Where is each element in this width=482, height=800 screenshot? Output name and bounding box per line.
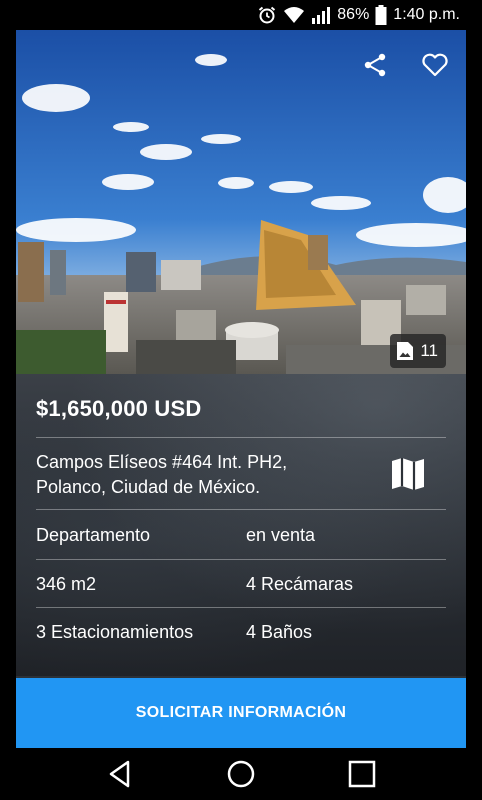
map-icon bbox=[392, 458, 424, 490]
battery-percent: 86% bbox=[337, 6, 370, 23]
hero-actions bbox=[360, 50, 450, 80]
status-bar: 86% 1:40 p.m. bbox=[0, 0, 482, 30]
property-photo[interactable]: 11 bbox=[16, 30, 466, 374]
listing-details: $1,650,000 USD Campos Elíseos #464 Int. … bbox=[16, 374, 466, 676]
photo-count-label: 11 bbox=[420, 341, 438, 360]
divider bbox=[36, 509, 446, 510]
recents-button[interactable] bbox=[342, 754, 382, 794]
share-icon bbox=[364, 53, 386, 77]
battery-icon bbox=[375, 5, 387, 25]
divider bbox=[36, 437, 446, 438]
listing-address: Campos Elíseos #464 Int. PH2, Polanco, C… bbox=[36, 450, 356, 500]
favorite-heart-icon bbox=[422, 53, 448, 77]
city-skyline-photo bbox=[16, 30, 466, 374]
property-type: Departamento bbox=[36, 524, 151, 545]
recents-icon bbox=[348, 760, 375, 788]
listing-status: en venta bbox=[246, 524, 316, 545]
request-info-button[interactable]: SOLICITAR INFORMACIÓN bbox=[16, 678, 466, 748]
share-button[interactable] bbox=[360, 50, 390, 80]
photo-file-icon bbox=[397, 342, 414, 360]
photo-count-button[interactable]: 11 bbox=[390, 334, 446, 368]
address-line-1: Campos Elíseos #464 Int. PH2, bbox=[36, 452, 288, 472]
detail-row: Departamento en venta bbox=[36, 511, 446, 559]
favorite-button[interactable] bbox=[420, 50, 450, 80]
listing-price: $1,650,000 USD bbox=[36, 396, 202, 421]
back-button[interactable] bbox=[100, 754, 140, 794]
alarm-icon bbox=[257, 5, 277, 25]
wifi-icon bbox=[283, 6, 305, 24]
map-button[interactable] bbox=[388, 454, 428, 494]
detail-row: 346 m2 4 Recámaras bbox=[36, 560, 446, 608]
area: 346 m2 bbox=[36, 573, 97, 594]
listing-screen: 11 $1,650,000 USD Campos Elíseos #464 In… bbox=[16, 30, 466, 748]
bedrooms: 4 Recámaras bbox=[246, 573, 354, 594]
signal-icon bbox=[311, 6, 331, 24]
clock: 1:40 p.m. bbox=[393, 6, 460, 23]
home-button[interactable] bbox=[221, 754, 261, 794]
address-line-2: Polanco, Ciudad de México. bbox=[36, 477, 261, 497]
bathrooms: 4 Baños bbox=[246, 621, 313, 642]
system-nav-bar bbox=[0, 748, 482, 800]
detail-row: 3 Estacionamientos 4 Baños bbox=[36, 608, 446, 656]
parking-spaces: 3 Estacionamientos bbox=[36, 621, 194, 642]
home-icon bbox=[227, 760, 255, 788]
back-icon bbox=[110, 760, 130, 788]
